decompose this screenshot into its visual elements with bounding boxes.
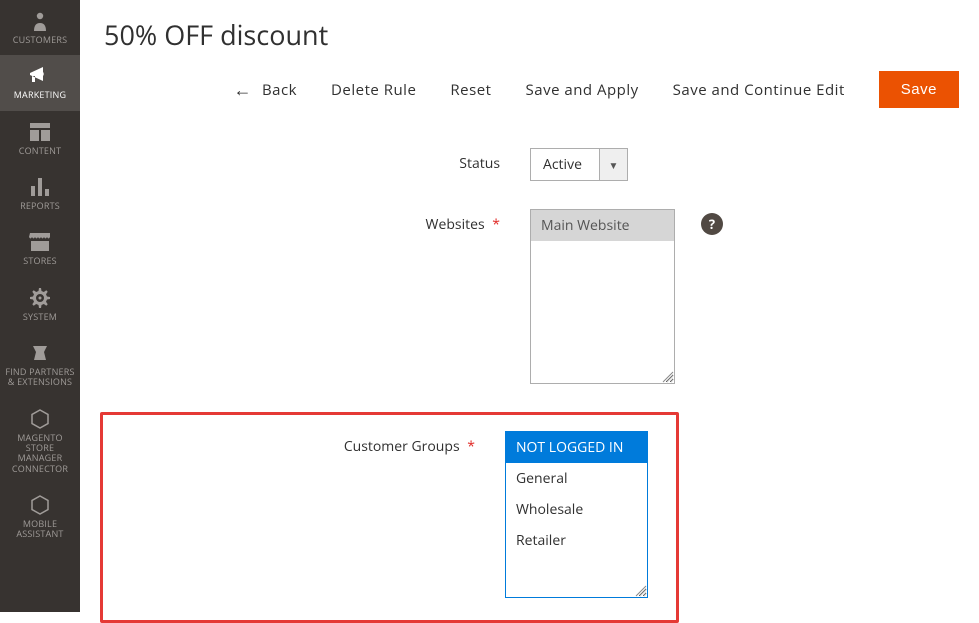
delete-rule-button[interactable]: Delete Rule [331, 80, 416, 100]
reset-button[interactable]: Reset [450, 80, 491, 100]
resize-handle-icon [660, 369, 674, 383]
customer-group-option[interactable]: NOT LOGGED IN [506, 432, 647, 463]
bar-chart-icon [30, 176, 50, 198]
sidebar-item-content[interactable]: CONTENT [0, 111, 80, 166]
field-websites: Websites * Main Website ? [100, 209, 959, 384]
sidebar-label: STORES [23, 256, 57, 266]
status-label: Status [100, 148, 530, 173]
sidebar-item-system[interactable]: SYSTEM [0, 277, 80, 332]
page-title: 50% OFF discount [100, 16, 959, 53]
customer-group-option[interactable]: Wholesale [506, 494, 647, 525]
status-value: Active [530, 148, 600, 181]
admin-sidebar: CUSTOMERS MARKETING CONTENT REPORTS STOR… [0, 0, 80, 612]
chevron-down-icon: ▼ [600, 148, 628, 181]
sidebar-label: SYSTEM [23, 312, 57, 322]
partners-icon [30, 342, 50, 364]
websites-label: Websites * [100, 209, 530, 234]
status-select[interactable]: Active ▼ [530, 148, 628, 181]
help-icon[interactable]: ? [701, 213, 723, 235]
customer-groups-label: Customer Groups * [103, 431, 505, 456]
websites-multiselect[interactable]: Main Website [530, 209, 675, 384]
sidebar-item-stores[interactable]: STORES [0, 221, 80, 276]
layout-icon [30, 121, 50, 143]
back-label: Back [262, 80, 297, 100]
main-content: 50% OFF discount ← Back Delete Rule Rese… [80, 0, 979, 612]
sidebar-item-customers[interactable]: CUSTOMERS [0, 0, 80, 55]
sidebar-item-mobile[interactable]: MOBILE ASSISTANT [0, 484, 80, 542]
sidebar-label: CUSTOMERS [13, 35, 68, 45]
customer-groups-highlight: Customer Groups * NOT LOGGED IN General … [100, 412, 679, 623]
save-and-apply-button[interactable]: Save and Apply [526, 80, 639, 100]
sidebar-label: CONTENT [19, 146, 62, 156]
toolbar: ← Back Delete Rule Reset Save and Apply … [100, 71, 959, 108]
sidebar-label: MAGENTO STORE MANAGER CONNECTOR [4, 433, 76, 474]
arrow-left-icon: ← [233, 81, 252, 99]
required-asterisk: * [467, 437, 475, 456]
customer-group-option[interactable]: Retailer [506, 525, 647, 556]
hexagon-icon [31, 494, 49, 516]
sidebar-item-connector[interactable]: MAGENTO STORE MANAGER CONNECTOR [0, 398, 80, 484]
store-icon [29, 231, 51, 253]
megaphone-icon [29, 65, 51, 87]
gear-icon [30, 287, 50, 309]
save-and-continue-button[interactable]: Save and Continue Edit [673, 80, 845, 100]
website-option[interactable]: Main Website [531, 210, 674, 241]
form-area: Status Active ▼ Websites * Main Website [100, 138, 959, 623]
save-button[interactable]: Save [879, 71, 959, 108]
sidebar-item-marketing[interactable]: MARKETING [0, 55, 80, 110]
required-asterisk: * [492, 215, 500, 234]
customer-groups-label-text: Customer Groups [344, 437, 460, 456]
sidebar-item-partners[interactable]: FIND PARTNERS & EXTENSIONS [0, 332, 80, 398]
sidebar-label: MARKETING [14, 90, 66, 100]
customer-groups-multiselect[interactable]: NOT LOGGED IN General Wholesale Retailer [505, 431, 648, 598]
back-button[interactable]: ← Back [233, 80, 297, 100]
field-status: Status Active ▼ [100, 148, 959, 181]
field-customer-groups: Customer Groups * NOT LOGGED IN General … [103, 431, 648, 598]
hexagon-icon [31, 408, 49, 430]
sidebar-label: MOBILE ASSISTANT [4, 519, 76, 540]
resize-handle-icon [633, 583, 647, 597]
sidebar-item-reports[interactable]: REPORTS [0, 166, 80, 221]
sidebar-label: FIND PARTNERS & EXTENSIONS [4, 367, 76, 388]
sidebar-label: REPORTS [20, 201, 60, 211]
customer-group-option[interactable]: General [506, 463, 647, 494]
websites-label-text: Websites [426, 215, 485, 234]
person-icon [32, 10, 48, 32]
